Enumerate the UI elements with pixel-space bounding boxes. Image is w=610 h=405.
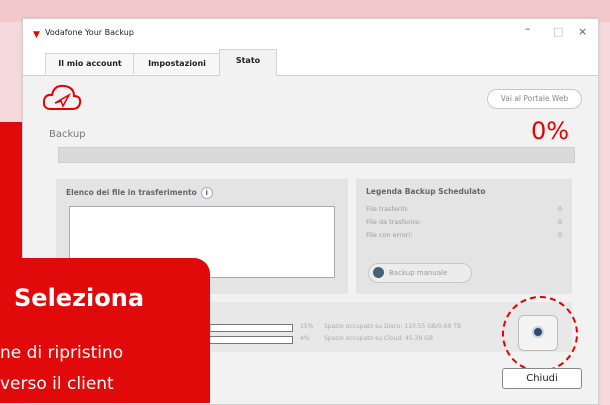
overlay-line-1: ne di ripristino — [0, 343, 124, 363]
overlay-heading: Seleziona — [14, 284, 145, 312]
close-button[interactable]: Chiudi — [502, 368, 582, 389]
minimize-button[interactable]: – — [525, 22, 531, 35]
web-portal-button[interactable]: Vai al Portale Web — [487, 89, 582, 109]
tab-account[interactable]: Il mio account — [45, 53, 135, 74]
backup-percent: 0% — [531, 117, 570, 145]
legend-row-label: File con errori: — [366, 231, 413, 239]
tab-bar: Il mio account Impostazioni Stato — [23, 49, 598, 76]
legend-row-label: File trasferiti: — [366, 205, 409, 213]
maximize-button[interactable]: □ — [553, 25, 563, 38]
overlay-line-2: verso il client — [0, 374, 114, 394]
disk-usage-percent: 15% — [300, 323, 314, 330]
cloud-usage-bar — [196, 336, 293, 344]
tab-settings[interactable]: Impostazioni — [133, 53, 221, 74]
legend-row-label: File da trasferire: — [366, 218, 422, 226]
window-title: Vodafone Your Backup — [45, 28, 134, 37]
backup-icon — [373, 267, 384, 278]
instruction-overlay: Seleziona ne di ripristino verso il clie… — [0, 258, 210, 403]
files-panel-title: Elenco dei file in trasferimento i — [66, 187, 213, 199]
backup-progress-bar — [58, 147, 575, 163]
vodafone-logo-icon: ▼ — [33, 30, 40, 40]
title-bar: ▼ Vodafone Your Backup – □ × — [23, 19, 598, 49]
left-red-strip — [0, 122, 22, 262]
legend-panel: Legenda Backup Schedulato File trasferit… — [356, 179, 572, 294]
legend-row-value: 0 — [557, 231, 562, 239]
legend-title: Legenda Backup Schedulato — [366, 187, 486, 196]
legend-row-value: 0 — [557, 205, 562, 213]
disk-usage-text: Spazio occupato su Disco: 110.55 GB/0,69… — [324, 323, 462, 330]
cloud-icon — [42, 84, 82, 110]
manual-backup-label: Backup manuale — [389, 269, 448, 277]
cloud-usage-percent: 4% — [300, 335, 310, 342]
tab-status[interactable]: Stato — [219, 49, 277, 76]
legend-row-value: 0 — [557, 218, 562, 226]
disk-usage-bar — [196, 324, 293, 332]
backup-label: Backup — [49, 129, 86, 140]
close-window-button[interactable]: × — [578, 25, 587, 38]
legend-row-to-transfer: File da trasferire: 0 — [366, 218, 562, 226]
legend-row-errors: File con errori: 0 — [366, 231, 562, 239]
manual-backup-button[interactable]: Backup manuale — [368, 263, 472, 283]
cloud-usage-text: Spazio occupato su Cloud: 45.39 GB — [324, 335, 433, 342]
legend-row-transferred: File trasferiti: 0 — [366, 205, 562, 213]
files-panel-title-text: Elenco dei file in trasferimento — [66, 188, 197, 197]
restore-icon — [532, 326, 544, 338]
info-icon[interactable]: i — [200, 187, 213, 199]
restore-button[interactable] — [518, 315, 558, 351]
